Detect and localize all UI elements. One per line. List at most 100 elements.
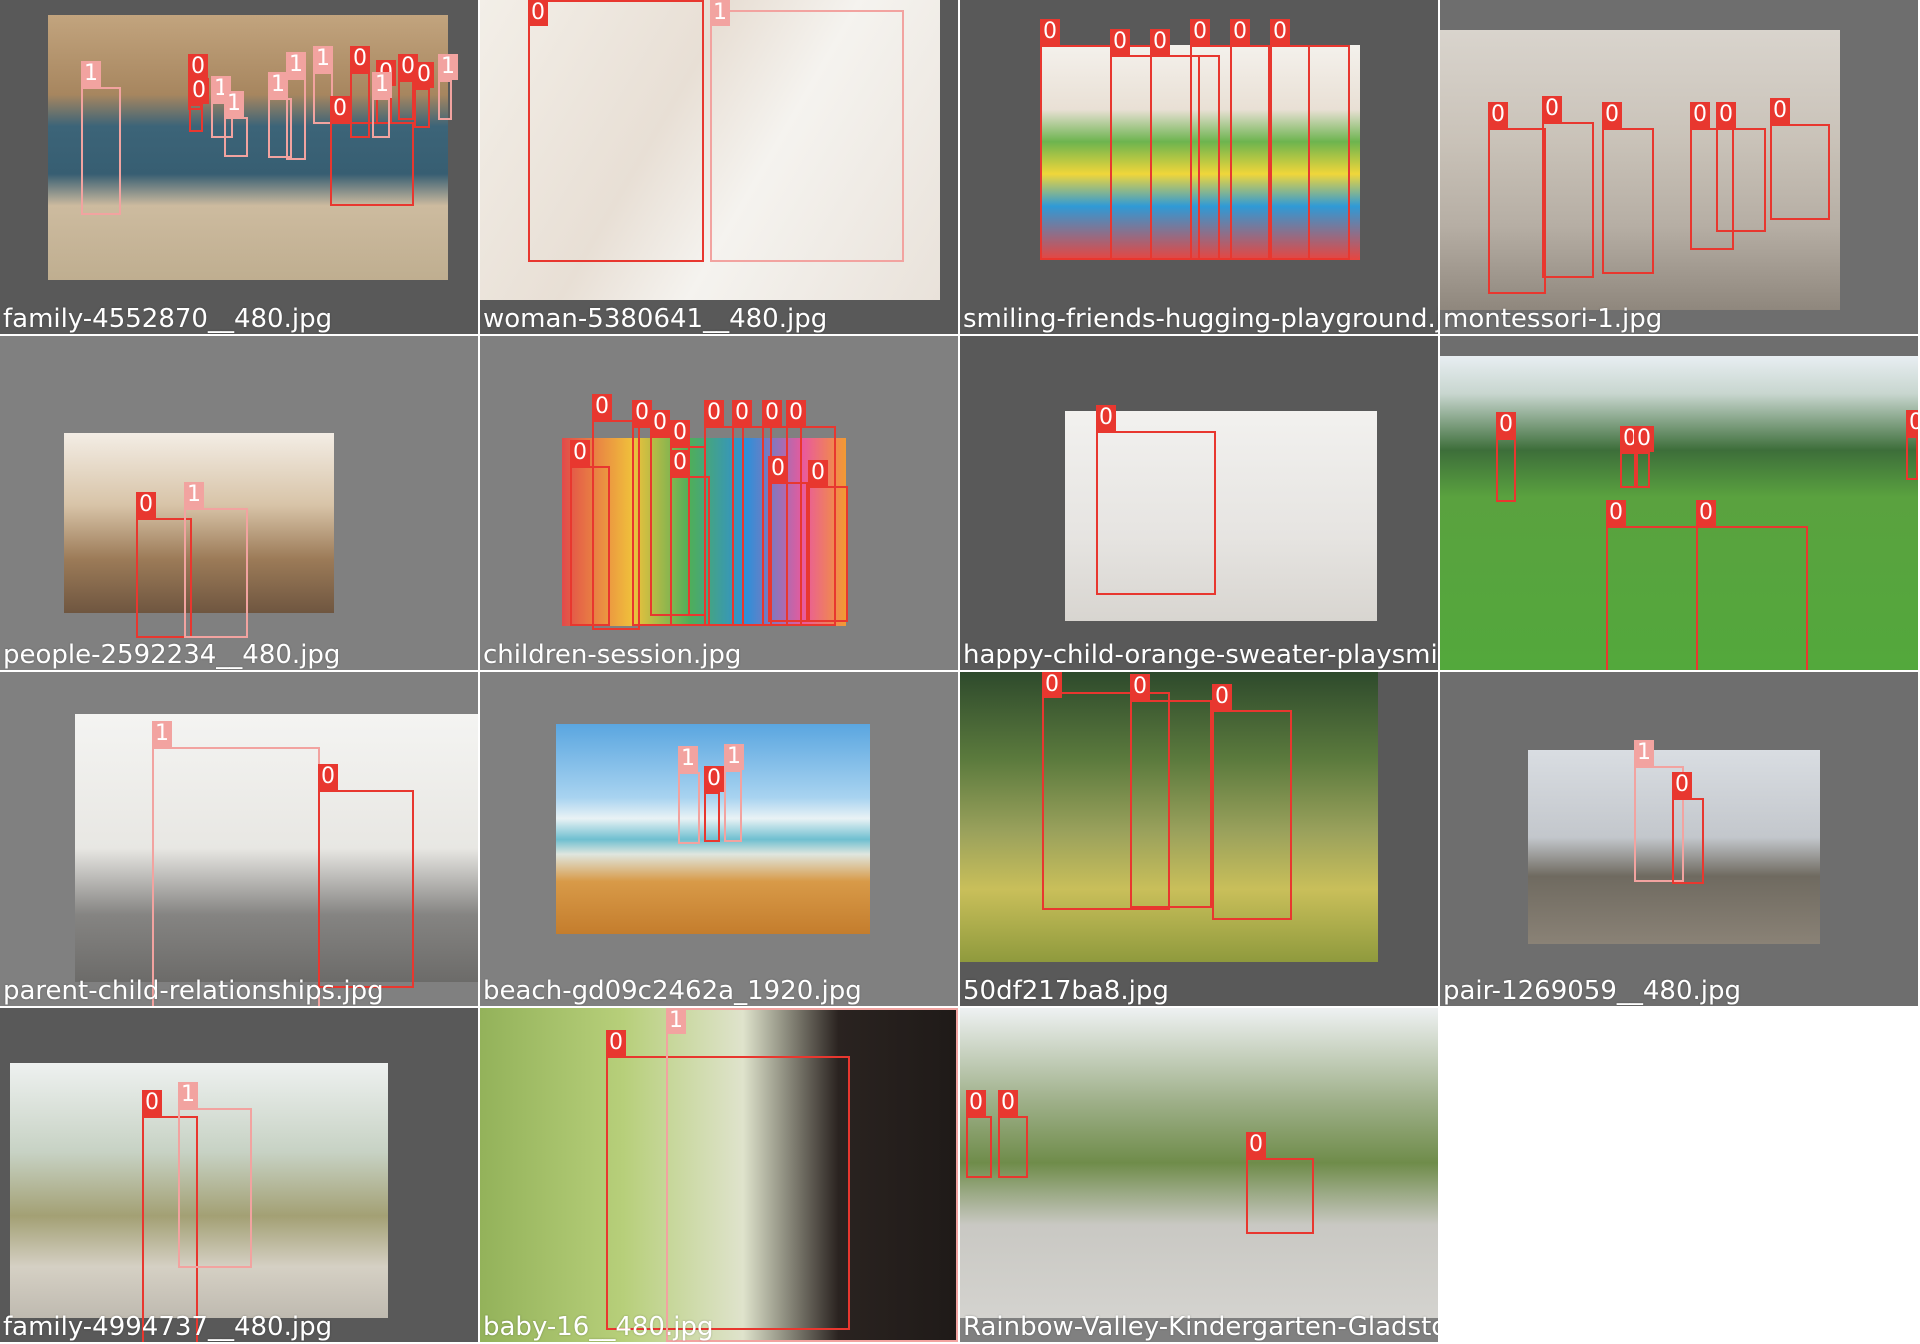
class-label: 0	[1246, 1132, 1266, 1158]
bounding-box	[678, 772, 700, 844]
class-label: 1	[372, 72, 392, 98]
bounding-box	[178, 1108, 252, 1268]
class-label: 1	[678, 746, 698, 772]
bounding-box	[570, 466, 610, 626]
bounding-box	[966, 1116, 992, 1178]
bounding-box	[81, 87, 121, 215]
bounding-box	[152, 747, 320, 1006]
class-label: 1	[178, 1082, 198, 1108]
image-filename: woman-5380641__480.jpg	[483, 304, 828, 334]
bounding-box	[189, 104, 203, 132]
bounding-box	[670, 476, 710, 626]
bounding-box	[1542, 122, 1594, 278]
bounding-box	[1696, 526, 1808, 670]
mosaic-tile: 0 0 0 50df217ba8.jpg	[960, 672, 1438, 1006]
bounding-box	[1602, 128, 1654, 274]
class-label: 1	[313, 46, 333, 72]
class-label: 0	[1696, 500, 1716, 526]
image-filename: montessori-1.jpg	[1443, 304, 1663, 334]
bounding-box	[286, 78, 306, 160]
bounding-box	[372, 98, 390, 138]
class-label: 0	[1150, 29, 1170, 55]
bounding-box	[528, 0, 704, 262]
bounding-box	[724, 770, 742, 842]
mosaic-tile: 1 0 1 beach-gd09c2462a_1920.jpg	[480, 672, 958, 1006]
bounding-box	[1246, 1158, 1314, 1234]
class-label: 0	[670, 420, 690, 446]
class-label: 0	[998, 1090, 1018, 1116]
class-label: 0	[350, 46, 370, 72]
class-label: 0	[1496, 412, 1516, 438]
image-filename: parent-child-relationships.jpg	[3, 976, 384, 1006]
mosaic-tile: 1 0 parent-child-relationships.jpg	[0, 672, 478, 1006]
class-label: 0	[768, 456, 788, 482]
class-label: 0	[650, 410, 670, 436]
class-label: 1	[438, 54, 458, 80]
class-label: 0	[1230, 19, 1250, 45]
mosaic-tile: 0 happy-child-orange-sweater-playsmithefa…	[960, 336, 1438, 670]
image-filename: smiling-friends-hugging-playground.jpg	[963, 304, 1438, 334]
mosaic-tile: 0 1 baby-16__480.jpg	[480, 1008, 958, 1342]
class-label: 1	[268, 72, 288, 98]
class-label: 0	[1672, 772, 1692, 798]
class-label: 1	[724, 744, 744, 770]
bounding-box	[1716, 128, 1766, 232]
image-filename: people-2592234__480.jpg	[3, 640, 341, 670]
class-label: 0	[1096, 405, 1116, 431]
class-label: 0	[330, 96, 350, 122]
class-label: 0	[189, 78, 209, 104]
class-label: 1	[184, 482, 204, 508]
class-label: 1	[286, 52, 306, 78]
bounding-box	[808, 486, 848, 622]
mosaic-tile: 100111110000101family-4552870__480.jpg	[0, 0, 478, 334]
class-label: 1	[81, 61, 101, 87]
image-filename: family-4552870__480.jpg	[3, 304, 333, 334]
class-label: 0	[528, 0, 548, 26]
training-image	[960, 1008, 1438, 1318]
class-label: 0	[1602, 102, 1622, 128]
class-label: 0	[1770, 98, 1790, 124]
bounding-box	[1606, 526, 1698, 670]
image-filename: happy-child-orange-sweater-playsmithefas…	[963, 640, 1438, 670]
class-label: 1	[1634, 740, 1654, 766]
class-label: 0	[762, 400, 782, 426]
bounding-box	[704, 792, 720, 842]
bounding-box	[184, 508, 248, 638]
class-label: 0	[1190, 19, 1210, 45]
class-label: 0	[1906, 410, 1918, 436]
mosaic-tile: 1 0 pair-1269059__480.jpg	[1440, 672, 1918, 1006]
bounding-box	[1488, 128, 1546, 294]
class-label: 0	[1212, 684, 1232, 710]
bounding-box	[768, 482, 808, 622]
bounding-box	[710, 10, 904, 262]
bounding-box	[1496, 438, 1516, 502]
class-label: 0	[1690, 102, 1710, 128]
class-label: 0	[704, 400, 724, 426]
bounding-box	[438, 80, 452, 120]
class-label: 0	[1042, 672, 1062, 698]
bounding-box	[1096, 431, 1216, 595]
class-label: 1	[666, 1008, 686, 1034]
image-filename: Rainbow-Valley-Kindergarten-Gladstone-2.	[963, 1312, 1438, 1342]
class-label: 0	[786, 400, 806, 426]
mosaic-tile: 0 0 0 0 0 0 montessori-1.jpg	[1440, 0, 1918, 334]
class-label: 0	[632, 400, 652, 426]
bounding-box	[414, 88, 430, 128]
class-label: 0	[808, 460, 828, 486]
image-filename: family-4994737__480.jpg	[3, 1312, 333, 1342]
class-label: 0	[1606, 500, 1626, 526]
class-label: 0	[1716, 102, 1736, 128]
mosaic-tile: 0 1 people-2592234__480.jpg	[0, 336, 478, 670]
mosaic-tile: 0 1 family-4994737__480.jpg	[0, 1008, 478, 1342]
class-label: 0	[592, 394, 612, 420]
class-label: 0	[1040, 19, 1060, 45]
class-label: 0	[606, 1030, 626, 1056]
class-label: 1	[224, 91, 244, 117]
class-label: 0	[1270, 19, 1290, 45]
bounding-box	[224, 117, 248, 157]
class-label: 0	[136, 492, 156, 518]
class-label: 0	[966, 1090, 986, 1116]
class-label: 0	[188, 54, 208, 80]
mosaic-tile: 0 1 woman-5380641__480.jpg	[480, 0, 958, 334]
class-label: 0	[1130, 674, 1150, 700]
